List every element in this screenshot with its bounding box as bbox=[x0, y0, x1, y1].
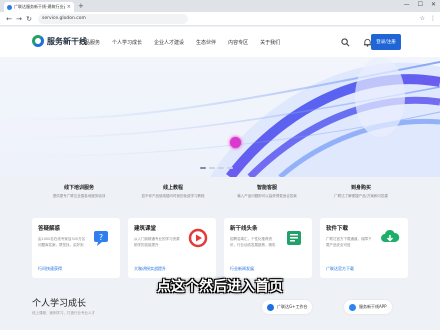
card-download[interactable]: 软件下载 广联达官方下载通道，保障下载产品安全可信 广联达官方下载 bbox=[320, 218, 408, 278]
reload-button[interactable]: ↻ bbox=[24, 15, 34, 23]
login-button[interactable]: 登录/注册 bbox=[371, 34, 401, 50]
feature-desc: 输入产品问题即可以高获得更适合答案 bbox=[237, 194, 297, 198]
card-classroom[interactable]: 建筑课堂 从入门到精通专业的学习资源助学的技能提升 大咖讲授实战提升 bbox=[128, 218, 216, 278]
card-link[interactable]: 大咖讲授实战提升 bbox=[134, 266, 166, 272]
news-icon bbox=[287, 231, 301, 245]
svg-text:?: ? bbox=[99, 233, 103, 242]
card-desc: 广联达官方下载通道，保障下载产品安全可信 bbox=[326, 237, 372, 247]
feature-title: 线上教程 bbox=[162, 185, 183, 191]
nav-item-partners[interactable]: 生态伙伴 bbox=[196, 39, 216, 46]
video-caption: 点这个然后进入首页 bbox=[157, 279, 283, 295]
carousel-dots bbox=[200, 167, 233, 169]
app-pill-button[interactable]: 服务新干线APP bbox=[344, 300, 392, 314]
star-icon[interactable]: ☆ bbox=[420, 15, 425, 22]
url-field[interactable]: service.glodon.com bbox=[38, 13, 188, 24]
back-button[interactable]: ← bbox=[4, 15, 14, 23]
card-desc: 从入门到精通专业的学习资源助学的技能提升 bbox=[134, 237, 180, 247]
cloud-download-icon bbox=[381, 229, 400, 242]
pill-label: 服务新干线APP bbox=[359, 304, 387, 309]
carousel-dot[interactable] bbox=[227, 167, 233, 169]
workbench-pill-button[interactable]: 广联达G+工作台 bbox=[262, 300, 313, 314]
nav-item-products[interactable]: 产品服务 bbox=[80, 39, 100, 46]
nav-item-personal-growth[interactable]: 个人学习成长 bbox=[112, 39, 142, 46]
menu-icon[interactable]: ⋮ bbox=[430, 15, 436, 22]
browser-tabbar: 广联达服务新干线-建筑行业云计... × + — ☐ ✕ bbox=[0, 0, 440, 12]
feature-desc: 广联达了解便捷产品/方案和问答建 bbox=[334, 194, 388, 198]
app-icon bbox=[349, 303, 356, 311]
feature-strip: 线下培训服务 提供更专广联达全国各地服务培训 线上教程 如不你产品使用疑问时我的… bbox=[32, 178, 408, 206]
service-cards: 答疑解惑 由1000名在线专家及300万名问题库答案，帮您找，买好到 行问快速获… bbox=[32, 218, 408, 278]
new-tab-button[interactable]: + bbox=[78, 2, 84, 11]
window-controls: — ☐ ✕ bbox=[404, 1, 436, 8]
card-link[interactable]: 广联达官方下载 bbox=[326, 266, 354, 272]
feature-desc: 如不你产品使用疑问时我的免费学习教程 bbox=[141, 194, 205, 198]
minimize-button[interactable]: — bbox=[404, 1, 410, 8]
card-headlines[interactable]: 新干线头条 招聘名闻汇，个性化推荐资讯，行业动态发展趋势，精彩 行业新闻发展 bbox=[224, 218, 312, 278]
card-link[interactable]: 行业新闻发展 bbox=[230, 266, 254, 272]
site-logo[interactable]: 服务新干线 bbox=[32, 35, 87, 47]
card-desc: 由1000名在线专家及300万名问题库答案，帮您找，买好到 bbox=[38, 237, 86, 247]
nav-item-content[interactable]: 内容专区 bbox=[228, 39, 248, 46]
feature-title: 智能客服 bbox=[256, 185, 277, 191]
play-circle-icon bbox=[188, 228, 208, 248]
feature-title: 到身购买 bbox=[350, 185, 371, 191]
address-bar-actions: ☆ ⋮ bbox=[420, 15, 436, 22]
browser-tab[interactable]: 广联达服务新干线-建筑行业云计... × bbox=[4, 2, 74, 12]
card-qa[interactable]: 答疑解惑 由1000名在线专家及300万名问题库答案，帮您找，买好到 行问快速获… bbox=[32, 218, 120, 278]
logo-mark-icon bbox=[32, 35, 44, 47]
feature-desc: 提供更专广联达全国各地服务培训 bbox=[52, 194, 106, 198]
main-nav: 产品服务 个人学习成长 企业人才建设 生态伙伴 内容专区 关于我们 bbox=[80, 39, 292, 46]
address-bar: ← → ↻ service.glodon.com ☆ ⋮ bbox=[0, 12, 440, 26]
header-icons bbox=[340, 37, 372, 47]
tab-close-icon[interactable]: × bbox=[67, 4, 71, 10]
nav-item-enterprise[interactable]: 企业人才建设 bbox=[154, 39, 184, 46]
banner-artwork bbox=[0, 57, 440, 177]
feature-offline-training[interactable]: 线下培训服务 提供更专广联达全国各地服务培训 bbox=[32, 178, 126, 206]
search-icon[interactable] bbox=[340, 37, 350, 47]
forward-button[interactable]: → bbox=[14, 15, 24, 23]
section-title: 个人学习成长 bbox=[32, 299, 87, 309]
feature-smart-support[interactable]: 智能客服 输入产品问题即可以高获得更适合答案 bbox=[220, 178, 314, 206]
section-subtitle: 线上课程、案例学习，打造行业专业人才 bbox=[32, 311, 95, 315]
feature-online-tutorials[interactable]: 线上教程 如不你产品使用疑问时我的免费学习教程 bbox=[126, 178, 220, 206]
close-window-button[interactable]: ✕ bbox=[431, 1, 436, 8]
site-favicon-icon bbox=[7, 4, 12, 10]
hero-banner[interactable] bbox=[0, 57, 440, 177]
card-desc: 招聘名闻汇，个性化推荐资讯，行业动态发展趋势，精彩 bbox=[230, 237, 276, 247]
workbench-icon bbox=[267, 303, 274, 311]
nav-item-about[interactable]: 关于我们 bbox=[260, 39, 280, 46]
pill-label: 广联达G+工作台 bbox=[277, 304, 308, 309]
feature-title: 线下培训服务 bbox=[63, 185, 94, 191]
card-link[interactable]: 行问快速获得 bbox=[38, 266, 62, 272]
maximize-button[interactable]: ☐ bbox=[418, 1, 423, 8]
chat-bubble-icon: ? bbox=[94, 231, 108, 246]
carousel-dot[interactable] bbox=[200, 167, 206, 169]
feature-purchase[interactable]: 到身购买 广联达了解便捷产品/方案和问答建 bbox=[314, 178, 408, 206]
carousel-dot[interactable] bbox=[209, 167, 215, 169]
tab-title: 广联达服务新干线-建筑行业云计... bbox=[14, 4, 65, 9]
carousel-dot[interactable] bbox=[218, 167, 224, 169]
click-indicator bbox=[230, 137, 241, 148]
